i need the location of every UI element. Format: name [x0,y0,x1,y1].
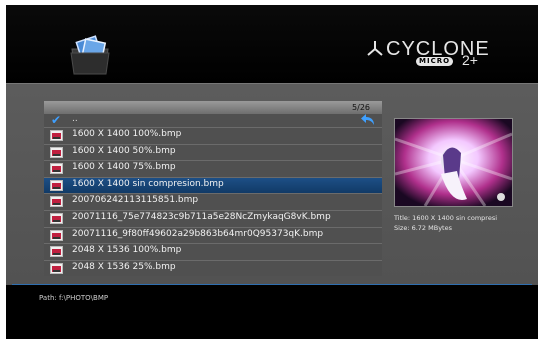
current-path: Path: f:\PHOTO\BMP [39,294,109,302]
list-item[interactable]: 1600 X 1400 50%.bmp [44,143,382,161]
item-counter: 5/26 [352,103,370,112]
bmp-file-icon [50,130,63,141]
image-preview [394,118,513,207]
bmp-file-icon [50,146,63,158]
bmp-file-icon [50,262,63,274]
list-item[interactable]: 1600 X 1400 100%.bmp [44,127,382,144]
file-list: 5/26 ✔ .. 1600 X 1400 100%.bmp 1600 X 140… [44,101,382,277]
list-item[interactable]: 20071116_9f80ff49602a29b863b64mr0Q95373q… [44,226,382,244]
brand-plus: 2+ [462,52,478,68]
file-name: 200706242113115851.bmp [72,195,199,206]
file-name: 1600 X 1400 100%.bmp [72,129,182,139]
file-name: 20071116_75e774823c9b711a5e28NcZmykaqG8v… [72,211,331,222]
list-item[interactable]: 20071116_75e774823c9b711a5e28NcZmykaqG8v… [44,209,382,227]
bmp-file-icon [50,163,63,175]
brand-logo: CYCLONE MICRO 2+ [366,35,501,75]
list-item[interactable]: 200706242113115851.bmp [44,193,382,210]
file-name: 2048 X 1536 25%.bmp [72,261,176,272]
tv-screen: CYCLONE MICRO 2+ 5/26 ✔ .. 1600 X 1400 1… [6,5,538,339]
photo-folder-icon [70,35,110,75]
file-name: 1600 X 1400 50%.bmp [72,145,176,156]
preview-image [395,119,512,206]
checkmark-icon: ✔ [51,113,62,127]
file-rows: 1600 X 1400 100%.bmp 1600 X 1400 50%.bmp 1… [44,127,382,277]
file-info: Title: 1600 X 1400 sin compresi Size: 6.… [394,213,511,233]
list-item[interactable]: 2048 X 1536 25%.bmp [44,259,382,277]
list-header: 5/26 [44,101,382,114]
brand-sub: MICRO [416,57,454,66]
file-name: 2048 X 1536 100%.bmp [72,245,182,256]
bmp-file-icon [50,179,63,191]
bmp-file-icon [50,196,63,208]
info-title: Title: 1600 X 1400 sin compresi [394,214,498,222]
list-item[interactable]: 2048 X 1536 100%.bmp [44,243,382,260]
bmp-file-icon [50,246,63,258]
bmp-file-icon [50,229,63,241]
list-item-parent[interactable]: ✔ .. [44,114,382,127]
list-item[interactable]: 1600 X 1400 sin compresion.bmp [44,176,382,194]
file-name: 1600 X 1400 sin compresion.bmp [72,178,224,189]
info-size: Size: 6.72 MBytes [394,224,452,232]
file-name: 1600 X 1400 75%.bmp [72,162,176,173]
file-name: 20071116_9f80ff49602a29b863b64mr0Q95373q… [72,228,324,239]
parent-dir-label: .. [72,114,78,124]
back-arrow-icon[interactable] [361,114,375,126]
bmp-file-icon [50,212,63,224]
list-item[interactable]: 1600 X 1400 75%.bmp [44,160,382,177]
cyclone-logo-icon [367,41,383,56]
